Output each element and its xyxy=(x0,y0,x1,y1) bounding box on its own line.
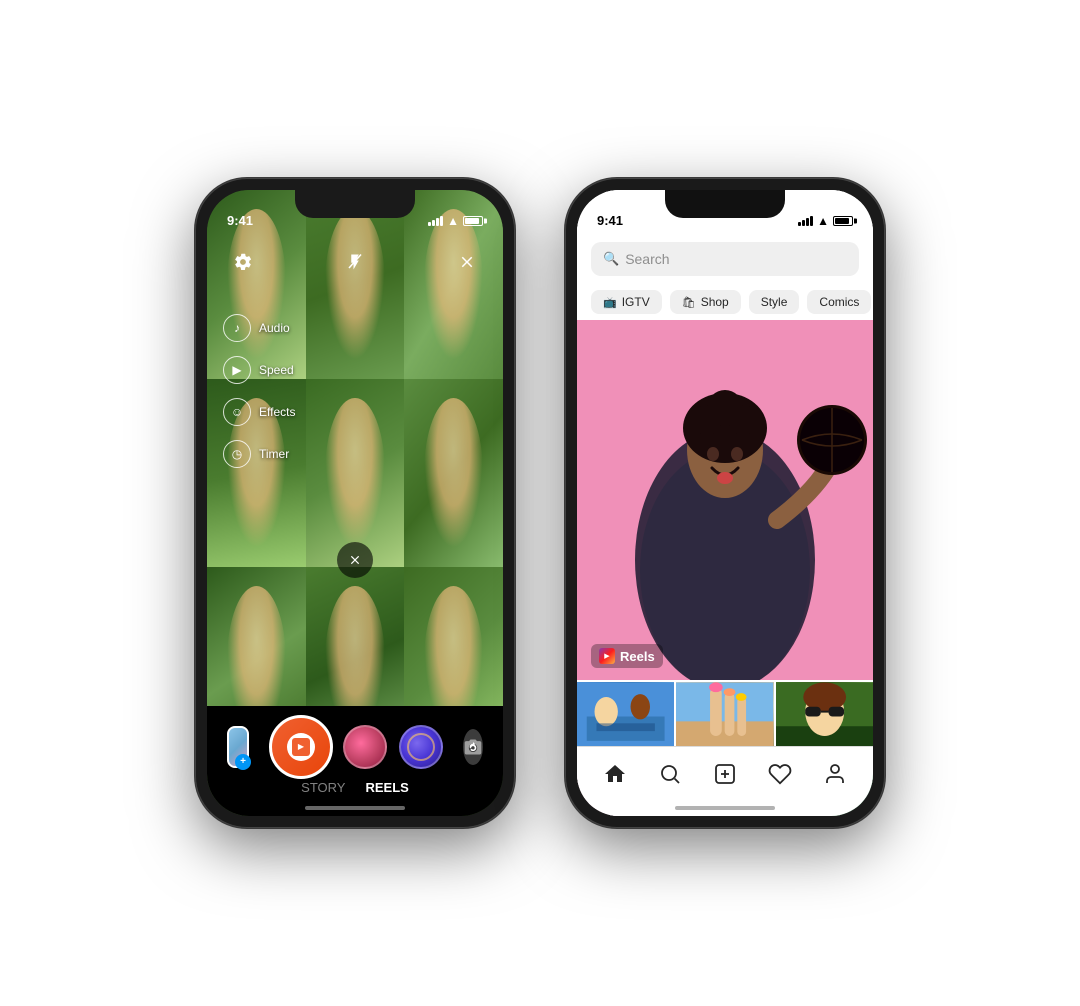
explore-screen: 9:41 ▲ xyxy=(577,190,873,816)
audio-tool[interactable]: ♪ Audio xyxy=(223,314,295,342)
signal-icon xyxy=(428,216,443,226)
shop-chip-icon: 🛍 xyxy=(682,296,696,309)
left-notch xyxy=(295,190,415,218)
settings-button[interactable] xyxy=(227,246,259,278)
signal-bar-3 xyxy=(436,218,439,226)
effects-label: Effects xyxy=(259,405,295,419)
right-time: 9:41 xyxy=(597,213,623,228)
signal-bar-4 xyxy=(440,216,443,226)
close-effects-button[interactable] xyxy=(337,542,373,578)
search-bar[interactable]: 🔍 Search xyxy=(591,242,859,276)
igtv-chip-label: IGTV xyxy=(622,295,650,309)
timer-icon: ◷ xyxy=(223,440,251,468)
right-signal-icon xyxy=(798,216,813,226)
search-icon: 🔍 xyxy=(603,251,619,267)
heart-icon xyxy=(768,762,792,786)
filter-chip-style[interactable]: Style xyxy=(749,290,800,314)
filter-chip-igtv[interactable]: 📺 IGTV xyxy=(591,290,662,314)
right-wifi-icon: ▲ xyxy=(817,214,829,228)
thumb-cell-1[interactable] xyxy=(577,682,674,751)
style-chip-label: Style xyxy=(761,295,788,309)
explore-hero-image xyxy=(577,320,873,680)
wifi-icon: ▲ xyxy=(447,214,459,228)
camera-controls: ♪ Audio ▶ Speed ☺ Effects ◷ Timer xyxy=(207,234,503,816)
filter-chip-comics[interactable]: Comics xyxy=(807,290,871,314)
battery-icon xyxy=(463,216,483,226)
signal-bar-1 xyxy=(428,222,431,226)
add-icon xyxy=(713,762,737,786)
left-phone: 9:41 ▲ xyxy=(195,178,515,828)
reels-badge-text: Reels xyxy=(620,649,655,664)
left-phone-screen: 9:41 ▲ xyxy=(207,190,503,816)
right-notch xyxy=(665,190,785,218)
add-nav-button[interactable] xyxy=(707,756,743,792)
right-battery-icon xyxy=(833,216,853,226)
filter-chip-shop[interactable]: 🛍 Shop xyxy=(670,290,741,314)
battery-fill xyxy=(465,218,479,224)
effects-icon: ☺ xyxy=(223,398,251,426)
thumb-cell-3[interactable] xyxy=(776,682,873,751)
igtv-chip-icon: 📺 xyxy=(603,296,617,309)
timer-tool[interactable]: ◷ Timer xyxy=(223,440,295,468)
right-battery-fill xyxy=(835,218,849,224)
home-icon xyxy=(603,762,627,786)
close-camera-button[interactable] xyxy=(451,246,483,278)
signal-bar-2 xyxy=(432,220,435,226)
main-explore-image: Reels xyxy=(577,320,873,680)
speed-label: Speed xyxy=(259,363,294,377)
phones-container: 9:41 ▲ xyxy=(195,178,885,828)
left-status-icons: ▲ xyxy=(428,214,483,228)
home-nav-button[interactable] xyxy=(597,756,633,792)
right-phone-screen: 9:41 ▲ xyxy=(577,190,873,816)
effects-tool[interactable]: ☺ Effects xyxy=(223,398,295,426)
right-phone: 9:41 ▲ xyxy=(565,178,885,828)
search-placeholder: Search xyxy=(625,251,669,267)
activity-nav-button[interactable] xyxy=(762,756,798,792)
profile-icon xyxy=(823,762,847,786)
right-status-icons: ▲ xyxy=(798,214,853,228)
left-time: 9:41 xyxy=(227,213,253,228)
speed-tool[interactable]: ▶ Speed xyxy=(223,356,295,384)
comics-chip-label: Comics xyxy=(819,295,859,309)
audio-icon: ♪ xyxy=(223,314,251,342)
thumb-cell-2[interactable] xyxy=(676,682,773,751)
profile-nav-button[interactable] xyxy=(817,756,853,792)
flash-button[interactable] xyxy=(339,246,371,278)
reels-badge-icon xyxy=(599,648,615,664)
timer-label: Timer xyxy=(259,447,289,461)
top-controls-row xyxy=(207,234,503,290)
reels-badge: Reels xyxy=(591,644,663,668)
speed-icon: ▶ xyxy=(223,356,251,384)
right-home-indicator xyxy=(675,806,775,810)
side-tools: ♪ Audio ▶ Speed ☺ Effects ◷ Timer xyxy=(223,314,295,468)
search-nav-button[interactable] xyxy=(652,756,688,792)
audio-label: Audio xyxy=(259,321,290,335)
filter-chips-row: 📺 IGTV 🛍 Shop Style Comics TV & Movies xyxy=(577,284,873,320)
search-nav-icon xyxy=(658,762,682,786)
shop-chip-label: Shop xyxy=(701,295,729,309)
